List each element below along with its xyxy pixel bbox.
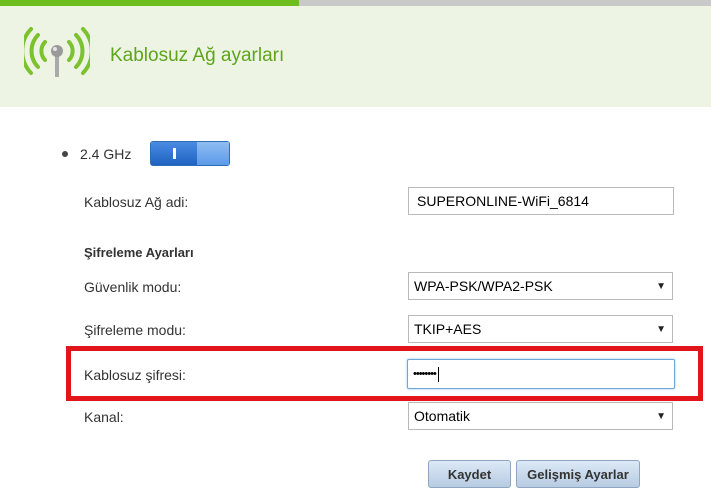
band-row: 2.4 GHz — [62, 141, 131, 167]
encryption-section-title: Şifreleme Ayarları — [84, 245, 194, 260]
chevron-down-icon: ▼ — [656, 323, 666, 335]
encryption-mode-select[interactable]: TKIP+AES ▼ — [408, 315, 673, 343]
chevron-down-icon: ▼ — [656, 280, 666, 292]
security-mode-select[interactable]: WPA-PSK/WPA2-PSK ▼ — [408, 272, 673, 300]
ssid-input[interactable]: SUPERONLINE-WiFi_6814 — [408, 187, 674, 215]
channel-value: Otomatik — [414, 408, 471, 424]
toggle-knob — [151, 142, 198, 165]
page-header: Kablosuz Ağ ayarları — [0, 6, 711, 107]
highlight-annotation-box — [66, 346, 703, 401]
chevron-down-icon: ▼ — [656, 410, 666, 422]
toggle-on-indicator — [173, 148, 176, 159]
channel-select[interactable]: Otomatik ▼ — [408, 402, 673, 430]
encryption-mode-label: Şifreleme modu: — [84, 322, 186, 338]
wifi-antenna-icon — [24, 27, 90, 77]
band-label: 2.4 GHz — [80, 146, 132, 162]
advanced-settings-button[interactable]: Gelişmiş Ayarlar — [516, 460, 640, 488]
bullet-dot — [62, 151, 68, 157]
save-button[interactable]: Kaydet — [428, 460, 511, 488]
ssid-value: SUPERONLINE-WiFi_6814 — [417, 193, 589, 209]
security-mode-value: WPA-PSK/WPA2-PSK — [414, 278, 553, 294]
ssid-label: Kablosuz Ağ adi: — [84, 194, 189, 210]
band-toggle[interactable] — [150, 141, 230, 166]
channel-label: Kanal: — [84, 409, 124, 425]
encryption-mode-value: TKIP+AES — [414, 321, 482, 337]
toggle-track-right — [197, 142, 229, 165]
security-mode-label: Güvenlik modu: — [84, 279, 182, 295]
page-title: Kablosuz Ağ ayarları — [110, 45, 285, 66]
